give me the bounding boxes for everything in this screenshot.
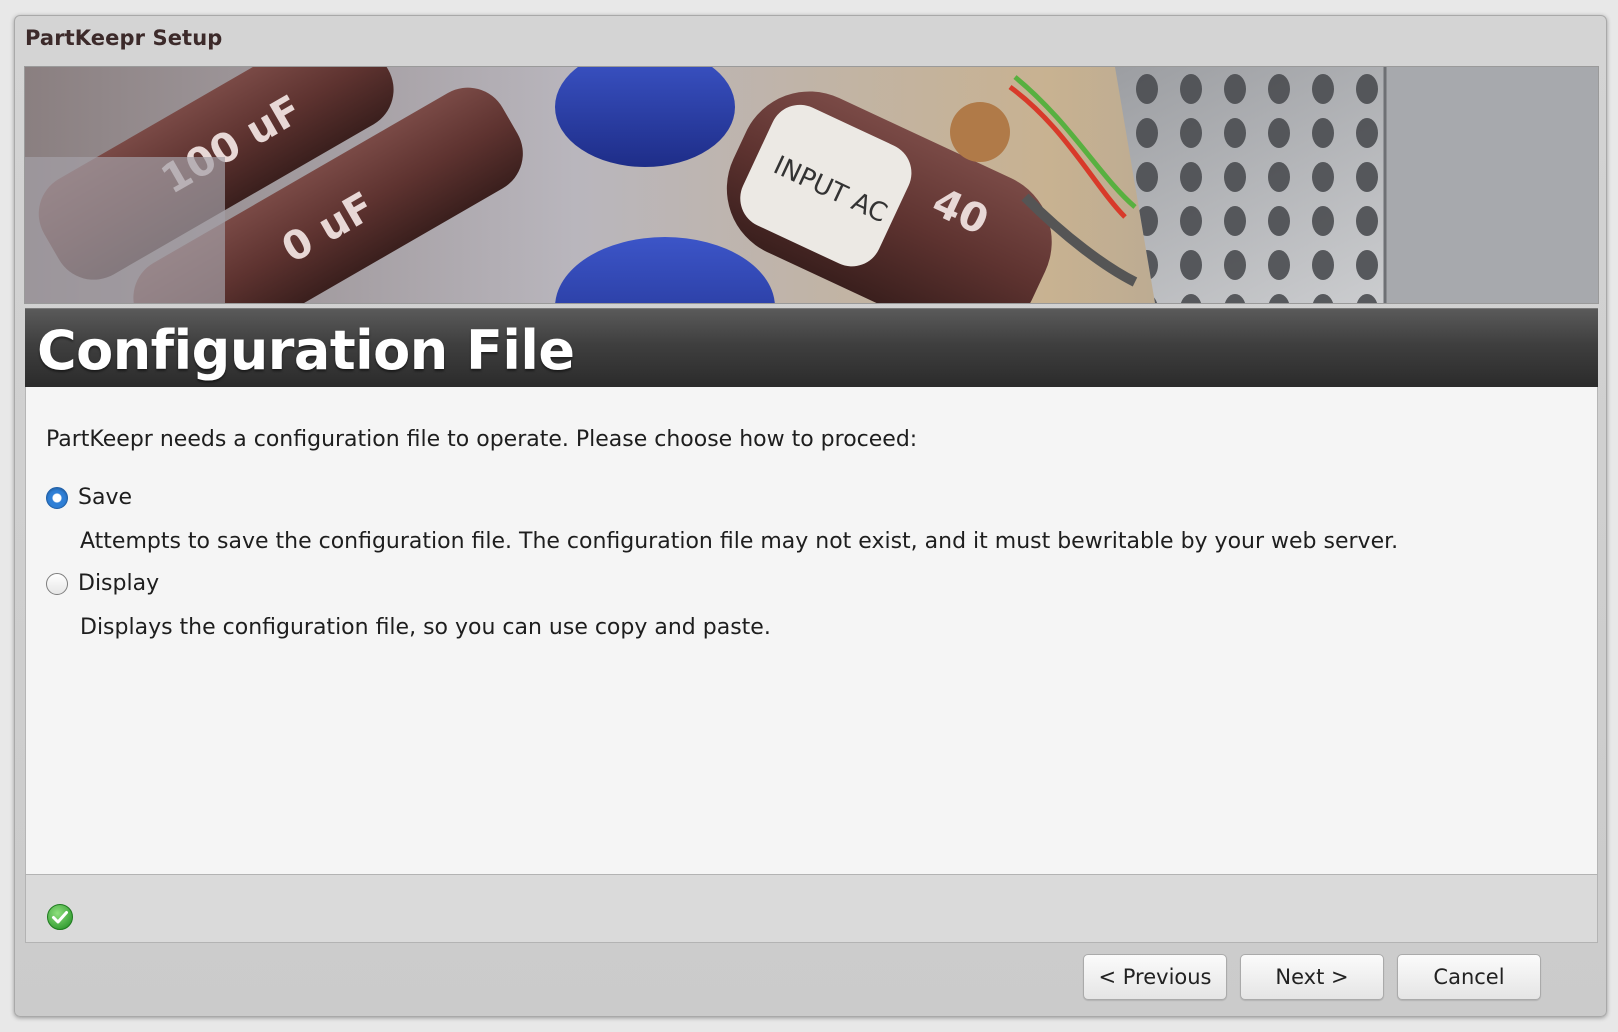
option-save-label[interactable]: Save (78, 485, 132, 510)
option-display-label[interactable]: Display (78, 571, 159, 596)
previous-button[interactable]: < Previous (1083, 954, 1227, 1000)
radio-checked-icon[interactable] (46, 486, 68, 509)
button-bar: < Previous Next > Cancel (15, 946, 1606, 1016)
content-panel: PartKeepr needs a configuration file to … (25, 387, 1598, 875)
step-heading-bar: Configuration File (25, 308, 1598, 387)
radio-unchecked-icon[interactable] (46, 572, 68, 595)
check-circle-icon (47, 904, 73, 930)
status-bar (25, 874, 1598, 943)
intro-text: PartKeepr needs a configuration file to … (46, 427, 918, 452)
next-button[interactable]: Next > (1240, 954, 1384, 1000)
cancel-button[interactable]: Cancel (1397, 954, 1541, 1000)
banner-image: 100 uF 0 uF INPUT AC 40 (24, 66, 1599, 304)
setup-window: PartKeepr Setup 100 uF 0 uF INPUT AC 40 … (14, 15, 1607, 1017)
option-display-description: Displays the configuration file, so you … (80, 615, 771, 640)
option-save-radio[interactable]: Save (46, 485, 132, 510)
option-display-radio[interactable]: Display (46, 571, 159, 596)
step-heading: Configuration File (37, 319, 575, 382)
option-save-description: Attempts to save the configuration file.… (80, 529, 1399, 554)
window-title: PartKeepr Setup (25, 26, 223, 50)
